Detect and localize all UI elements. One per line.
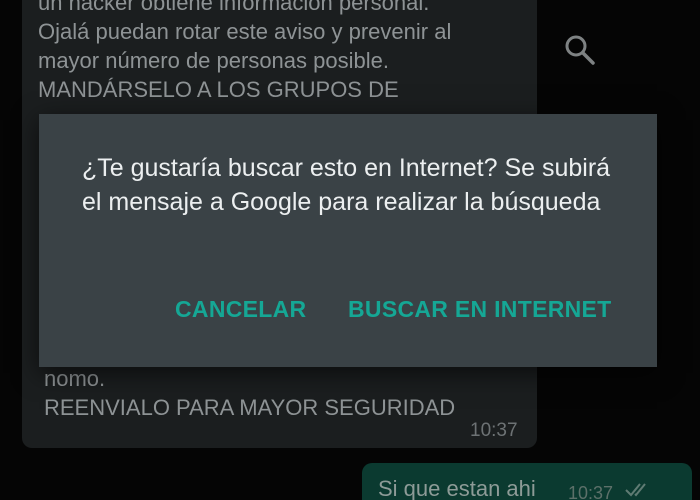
incoming-message-time: 10:37 bbox=[470, 420, 518, 441]
search-internet-dialog: ¿Te gustaría buscar esto en Internet? Se… bbox=[39, 114, 657, 367]
outgoing-message-text: Si que estan ahi bbox=[378, 476, 536, 500]
incoming-message-text: un hacker obtiene información personal. … bbox=[38, 0, 452, 102]
chat-screen: un hacker obtiene información personal. … bbox=[0, 0, 700, 500]
search-icon[interactable] bbox=[562, 32, 598, 68]
outgoing-message-time: 10:37 bbox=[568, 483, 614, 500]
search-internet-button[interactable]: BUSCAR EN INTERNET bbox=[348, 296, 612, 323]
dialog-message: ¿Te gustaría buscar esto en Internet? Se… bbox=[82, 154, 611, 216]
incoming-message-text-end: nomo. REENVIALO PARA MAYOR SEGURIDAD bbox=[44, 366, 456, 420]
double-check-icon bbox=[624, 480, 652, 498]
cancel-button[interactable]: CANCELAR bbox=[175, 296, 306, 323]
